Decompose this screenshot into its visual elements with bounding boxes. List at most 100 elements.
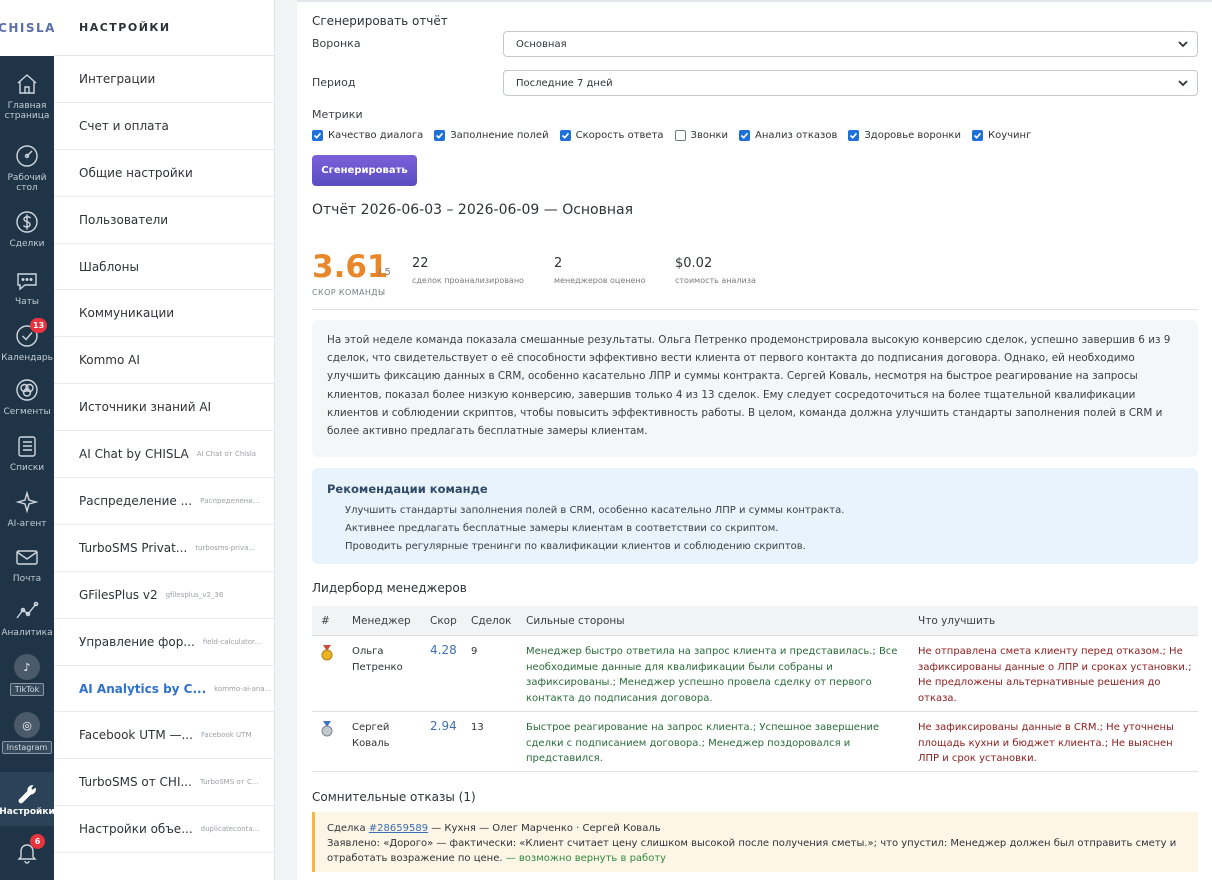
rail-label-segments: Сегменты	[3, 407, 51, 417]
manager-strengths: Менеджер быстро ответила на запрос клиен…	[526, 646, 898, 704]
metric-checkbox[interactable]: Анализ отказов	[739, 130, 837, 141]
checkbox-unchecked-icon[interactable]	[674, 130, 686, 141]
settings-item[interactable]: Пользователи	[54, 197, 274, 244]
col-rank: #	[321, 615, 330, 627]
settings-item[interactable]: Источники знаний AI	[54, 384, 274, 432]
recommendations-title: Рекомендации команде	[327, 482, 488, 496]
metric-label: Здоровье воронки	[864, 130, 961, 141]
funnel-select[interactable]: Основная	[503, 31, 1198, 57]
settings-item[interactable]: Управление фор... field-calculator...	[54, 619, 274, 666]
settings-item[interactable]: Kommo AI	[54, 337, 274, 385]
rail-item-settings[interactable]: Настройки	[0, 772, 55, 826]
dashboard-icon	[16, 145, 38, 167]
settings-item[interactable]: GFilesPlus v2 gfilesplus_v2_36	[54, 572, 274, 619]
rail-item-instagram[interactable]: ◎ Instagram	[0, 712, 54, 754]
rail-item-notifications[interactable]: 6	[0, 834, 54, 869]
rail-item-analytics[interactable]: Аналитика	[0, 597, 54, 638]
metric-label: Звонки	[690, 130, 729, 141]
checkbox-checked-icon[interactable]	[434, 130, 446, 141]
rail-item-dashboard[interactable]: Рабочий стол	[0, 142, 54, 193]
settings-item[interactable]: Шаблоны	[54, 244, 274, 291]
instagram-icon: ◎	[14, 712, 40, 738]
metric-checkbox[interactable]: Качество диалога	[312, 130, 423, 141]
checkbox-checked-icon[interactable]	[971, 130, 983, 141]
settings-item[interactable]: Общие настройки	[54, 150, 274, 197]
manager-deals: 9	[471, 646, 478, 657]
settings-item[interactable]: Счет и оплата	[54, 103, 274, 150]
tiktok-label: TikTok	[9, 683, 45, 696]
content-gutter	[275, 0, 297, 880]
metric-checkbox[interactable]: Звонки	[674, 130, 729, 141]
settings-item-name: AI Chat by CHISLA	[79, 447, 189, 462]
settings-item-subtitle: gfilesplus_v2_36	[165, 590, 224, 599]
settings-item-name: Распределение ...	[79, 493, 193, 508]
rail-item-chats[interactable]: Чаты	[0, 266, 54, 307]
settings-item[interactable]: Коммуникации	[54, 290, 274, 338]
doubt-deal-line: Сделка #28659589 — Кухня — Олег Марченко…	[327, 821, 1186, 836]
notifications-badge: 6	[30, 834, 45, 849]
leaderboard-table: # Менеджер Скор Сделок Сильные стороны Ч…	[312, 606, 1198, 772]
table-row[interactable]: Сергей Коваль 2.94 13 Быстрое реагирован…	[312, 712, 1198, 772]
rail-item-ai-agent[interactable]: AI-агент	[0, 488, 54, 529]
rail-item-tiktok[interactable]: ♪ TikTok	[0, 654, 54, 696]
rail-item-home[interactable]: Главная страница	[0, 70, 54, 121]
settings-item-name: Facebook UTM —...	[79, 728, 193, 743]
table-row[interactable]: Ольга Петренко 4.28 9 Менеджер быстро от…	[312, 636, 1198, 712]
recommendation-item: Активнее предлагать бесплатные замеры кл…	[345, 523, 779, 534]
stats-divider	[312, 309, 1198, 310]
settings-item[interactable]: TurboSMS Privat... turbosms-priva...	[54, 525, 274, 572]
manager-strengths: Быстрое реагирование на запрос клиента.;…	[526, 722, 880, 764]
generate-button[interactable]: Сгенерировать	[312, 155, 417, 186]
team-score-max: / 5	[378, 267, 391, 278]
settings-item[interactable]: Facebook UTM —... Facebook UTM	[54, 712, 274, 760]
settings-item[interactable]: TurboSMS от CHI... TurboSMS от C...	[54, 759, 274, 807]
rail-item-lists[interactable]: Списки	[0, 432, 54, 473]
settings-item[interactable]: Настройки объе... duplicateconta...	[54, 806, 274, 854]
manager-improve: Не отправлена смета клиенту перед отказо…	[918, 646, 1192, 704]
settings-item[interactable]: Распределение ... Распределени...	[54, 478, 274, 525]
rail-item-deals[interactable]: Сделки	[0, 208, 54, 249]
rail-label-analytics: Аналитика	[1, 628, 53, 638]
metrics-label: Метрики	[312, 108, 363, 121]
rail-item-segments[interactable]: Сегменты	[0, 376, 54, 417]
checkbox-checked-icon[interactable]	[312, 130, 323, 141]
settings-item-subtitle: field-calculator...	[202, 637, 261, 646]
doubtful-rejections-title: Сомнительные отказы (1)	[312, 790, 476, 804]
rail-item-mail[interactable]: Почта	[0, 543, 54, 584]
recommendation-item: Улучшить стандарты заполнения полей в CR…	[345, 505, 845, 516]
mail-icon	[16, 550, 38, 565]
metric-checkbox[interactable]: Коучинг	[971, 130, 1032, 141]
settings-item-name: Коммуникации	[79, 306, 175, 321]
doubt-deal-prefix: Сделка	[327, 823, 369, 834]
settings-item-name: Шаблоны	[79, 259, 139, 274]
checkbox-checked-icon[interactable]	[559, 130, 571, 141]
home-icon	[17, 74, 37, 94]
metric-checkbox[interactable]: Здоровье воронки	[848, 130, 961, 141]
settings-item[interactable]: AI Analytics by C... kommo-ai-ana...	[54, 666, 274, 713]
leaderboard-title: Лидерборд менеджеров	[312, 581, 467, 595]
settings-item[interactable]: AI Chat by CHISLA AI Chat от Chisla	[54, 431, 274, 479]
report-content: Сгенерировать отчёт Воронка Основная Пер…	[297, 2, 1212, 880]
col-strengths: Сильные стороны	[526, 615, 625, 627]
rail-item-calendar[interactable]: 13 Календарь	[0, 318, 54, 363]
manager-score[interactable]: 2.94	[430, 719, 457, 735]
manager-deals: 13	[471, 722, 484, 733]
metric-label: Коучинг	[987, 130, 1032, 141]
recommendation-item: Проводить регулярные тренинги по квалифи…	[345, 541, 806, 552]
manager-score[interactable]: 4.28	[430, 643, 457, 659]
settings-item-name: Общие настройки	[79, 165, 193, 180]
deal-link[interactable]: #28659589	[369, 823, 428, 834]
rail-label-deals: Сделки	[9, 239, 45, 249]
checkbox-checked-icon[interactable]	[848, 130, 860, 141]
checkbox-checked-icon[interactable]	[739, 130, 751, 141]
settings-item-subtitle: turbosms-priva...	[195, 543, 256, 552]
settings-item[interactable]: Интеграции	[54, 56, 274, 103]
metric-checkbox[interactable]: Заполнение полей	[434, 130, 549, 141]
segments-icon	[16, 379, 38, 401]
settings-list: Интеграции Счет и оплата Общие настройки По…	[54, 56, 274, 854]
brand-logo[interactable]: CHISLA	[0, 0, 54, 56]
doubt-deal-details: — Кухня — Олег Марченко · Сергей Коваль	[428, 823, 661, 834]
rail-label-mail: Почта	[12, 574, 42, 584]
period-select[interactable]: Последние 7 дней	[503, 70, 1198, 96]
metric-checkbox[interactable]: Скорость ответа	[559, 130, 664, 141]
